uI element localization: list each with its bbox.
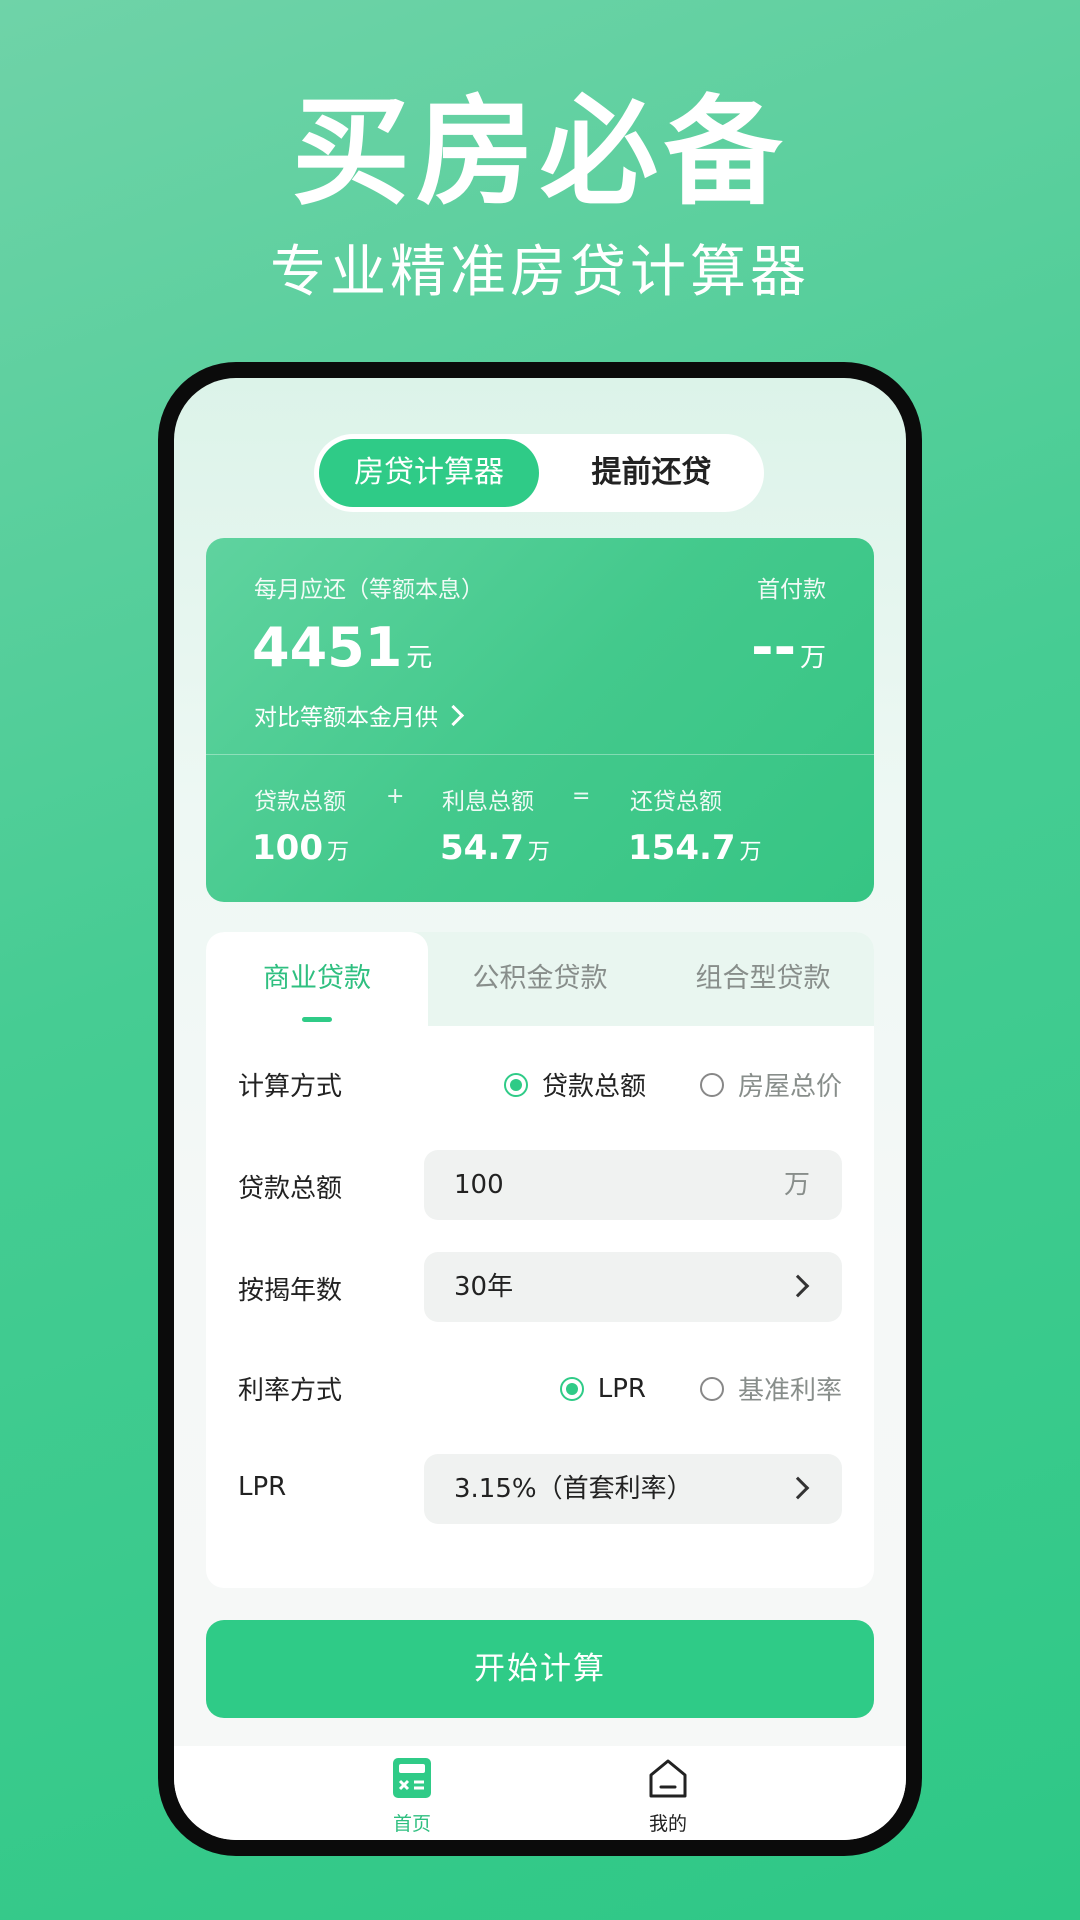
mortgage-years-select[interactable]: 30年 xyxy=(424,1252,842,1322)
down-payment-unit: 万 xyxy=(799,643,826,673)
equals-sign: = xyxy=(572,784,591,809)
tab-early-repayment[interactable]: 提前还贷 xyxy=(544,439,759,507)
compare-link-text: 对比等额本金月供 xyxy=(254,705,438,731)
loan-form-card: 商业贷款 公积金贷款 组合型贷款 计算方式 贷款总额 房屋总价 贷款总额 100… xyxy=(206,932,874,1588)
loan-amount-unit: 万 xyxy=(783,1170,810,1200)
loan-total-value: 100 万 xyxy=(252,828,349,868)
interest-total-unit: 万 xyxy=(527,840,550,865)
nav-mine-label: 我的 xyxy=(648,1813,687,1835)
radio-selected-icon xyxy=(559,1376,584,1401)
phone-screen: 房贷计算器 提前还贷 每月应还（等额本息） 首付款 4451 元 -- 万 对比等额… xyxy=(174,378,906,1840)
calc-method-option-house-price-label: 房屋总价 xyxy=(737,1072,842,1102)
loan-amount-input[interactable]: 100 万 xyxy=(424,1150,842,1220)
compare-equal-principal-link[interactable]: 对比等额本金月供 xyxy=(254,698,465,732)
interest-total-number: 54.7 xyxy=(440,828,524,868)
rate-method-option-benchmark[interactable]: 基准利率 xyxy=(699,1370,842,1407)
nav-mine[interactable]: 我的 xyxy=(608,1756,728,1836)
calc-method-label: 计算方式 xyxy=(238,1072,343,1102)
loan-total-unit: 万 xyxy=(326,840,349,865)
calculator-mode-switch: 房贷计算器 提前还贷 xyxy=(314,434,764,512)
hero-subtitle: 专业精准房贷计算器 xyxy=(270,240,810,305)
hero-title: 买房必备 xyxy=(291,83,788,221)
house-icon xyxy=(649,1759,687,1798)
mortgage-years-value: 30年 xyxy=(454,1272,514,1302)
monthly-payment-label: 每月应还（等额本息） xyxy=(254,577,484,603)
rate-method-option-lpr[interactable]: LPR xyxy=(559,1373,646,1404)
rate-method-label: 利率方式 xyxy=(238,1376,343,1406)
active-tab-indicator xyxy=(302,1017,332,1022)
repay-total-label: 还贷总额 xyxy=(630,789,722,815)
down-payment-label: 首付款 xyxy=(757,577,826,603)
lpr-value: 3.15%（首套利率） xyxy=(454,1474,693,1504)
bottom-navigation: 首页 我的 xyxy=(174,1746,906,1840)
monthly-payment-number: 4451 xyxy=(252,616,403,679)
down-payment-number: -- xyxy=(751,616,796,679)
tab-commercial-loan-label: 商业贷款 xyxy=(263,963,371,994)
rate-method-option-benchmark-label: 基准利率 xyxy=(737,1376,842,1406)
radio-unselected-icon xyxy=(699,1376,724,1401)
lpr-label: LPR xyxy=(238,1472,287,1502)
calculator-icon xyxy=(393,1758,431,1798)
result-card: 每月应还（等额本息） 首付款 4451 元 -- 万 对比等额本金月供 贷款总额 +… xyxy=(206,538,874,902)
calc-method-option-loan-total[interactable]: 贷款总额 xyxy=(503,1066,646,1103)
radio-unselected-icon xyxy=(699,1072,724,1097)
loan-type-tabs: 商业贷款 公积金贷款 组合型贷款 xyxy=(206,932,874,1026)
interest-total-label: 利息总额 xyxy=(442,789,534,815)
nav-home-label: 首页 xyxy=(392,1813,431,1835)
result-divider xyxy=(206,754,874,755)
tab-provident-fund-loan[interactable]: 公积金贷款 xyxy=(429,932,651,1026)
monthly-payment-value: 4451 元 xyxy=(252,616,432,679)
tab-combined-loan[interactable]: 组合型贷款 xyxy=(652,932,874,1026)
chevron-right-icon xyxy=(442,704,465,726)
chevron-right-icon xyxy=(786,1274,810,1298)
tab-commercial-loan[interactable]: 商业贷款 xyxy=(206,932,428,1026)
loan-amount-value: 100 xyxy=(454,1170,504,1200)
loan-amount-label: 贷款总额 xyxy=(238,1174,343,1204)
calc-method-radio-group: 贷款总额 房屋总价 xyxy=(450,1066,842,1103)
rate-method-radio-group: LPR 基准利率 xyxy=(506,1370,842,1407)
calc-method-option-loan-total-label: 贷款总额 xyxy=(541,1072,646,1102)
rate-method-option-lpr-label: LPR xyxy=(597,1373,646,1404)
plus-sign: + xyxy=(386,784,405,809)
lpr-select[interactable]: 3.15%（首套利率） xyxy=(424,1454,842,1524)
repay-total-number: 154.7 xyxy=(628,828,736,868)
nav-home[interactable]: 首页 xyxy=(352,1756,472,1836)
loan-total-number: 100 xyxy=(252,828,323,868)
repay-total-value: 154.7 万 xyxy=(628,828,762,868)
chevron-right-icon xyxy=(786,1476,810,1500)
monthly-payment-unit: 元 xyxy=(406,643,433,673)
tab-mortgage-calculator[interactable]: 房贷计算器 xyxy=(319,439,539,507)
interest-total-value: 54.7 万 xyxy=(440,828,550,868)
radio-selected-icon xyxy=(503,1072,528,1097)
phone-frame: 房贷计算器 提前还贷 每月应还（等额本息） 首付款 4451 元 -- 万 对比等额… xyxy=(158,362,922,1856)
loan-total-label: 贷款总额 xyxy=(254,789,346,815)
calc-method-option-house-price[interactable]: 房屋总价 xyxy=(699,1066,842,1103)
mortgage-years-label: 按揭年数 xyxy=(238,1276,343,1306)
down-payment-value: -- 万 xyxy=(751,616,826,679)
repay-total-unit: 万 xyxy=(739,840,762,865)
start-calculate-button[interactable]: 开始计算 xyxy=(206,1620,874,1718)
